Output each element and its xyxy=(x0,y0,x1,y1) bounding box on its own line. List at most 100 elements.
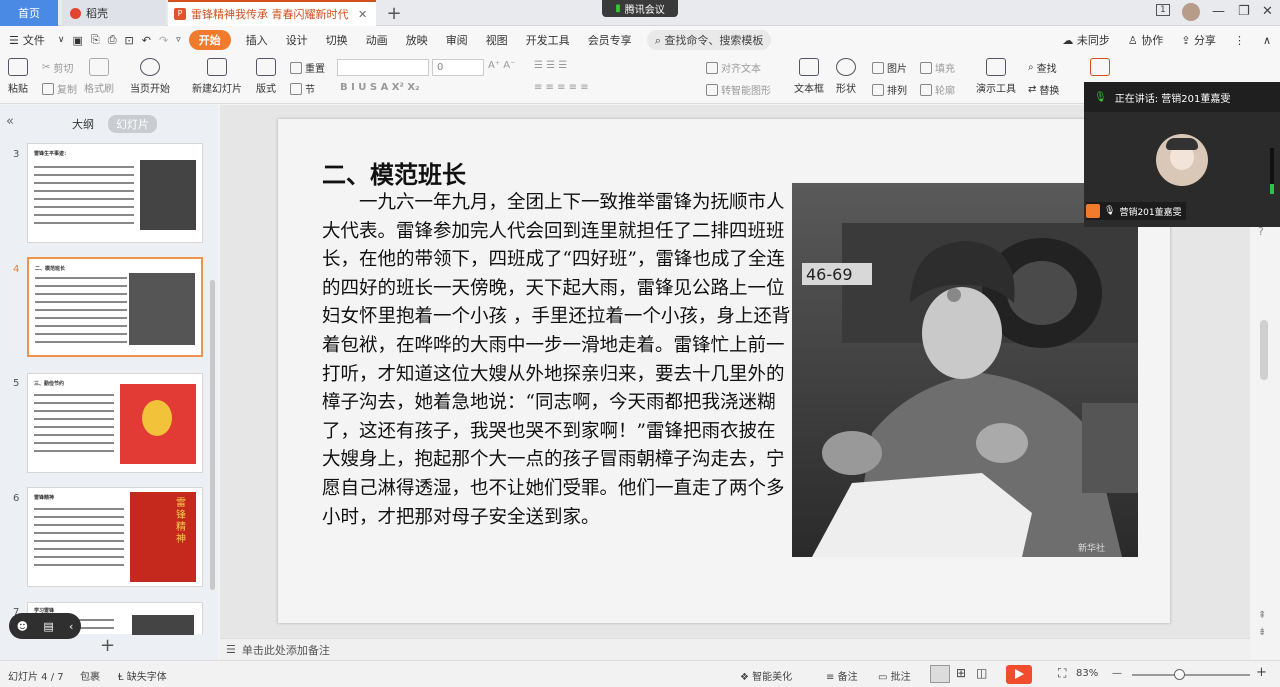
select-pane-button[interactable] xyxy=(1090,58,1110,80)
menu-file[interactable]: 文件 xyxy=(21,32,54,48)
bullet-list-button[interactable]: ☰ ☰ ☰ xyxy=(534,60,567,71)
fit-window-icon[interactable]: ⛶ xyxy=(1058,666,1066,681)
presentation-tools-button[interactable]: 演示工具 xyxy=(976,58,1016,95)
preview-icon[interactable]: ⊡ xyxy=(121,34,138,47)
menu-slideshow[interactable]: 放映 xyxy=(397,32,437,48)
zoom-level[interactable]: 83% xyxy=(1076,668,1098,679)
menu-developer[interactable]: 开发工具 xyxy=(517,32,579,48)
copy-button[interactable]: 复制 xyxy=(42,81,77,96)
meeting-indicator[interactable]: ▮ 腾讯会议 xyxy=(602,0,678,17)
slide[interactable]: 二、模范班长 一九六一年九月，全团上下一致推举雷锋为抚顺市人大代表。雷锋参加完人… xyxy=(278,119,1170,623)
outline-button[interactable]: 轮廓 xyxy=(920,82,955,97)
smart-shape-button[interactable]: 转智能图形 xyxy=(706,82,771,97)
font-size-select[interactable]: 0 xyxy=(432,59,484,76)
menu-view[interactable]: 视图 xyxy=(477,32,517,48)
more-icon[interactable]: ▿ xyxy=(172,35,189,45)
menu-member[interactable]: 会员专享 xyxy=(579,32,641,48)
smart-beautify-button[interactable]: ❖ 智能美化 xyxy=(740,668,792,683)
tab-home[interactable]: 首页 xyxy=(0,0,58,26)
close-icon[interactable]: ✕ xyxy=(1262,4,1273,19)
sorter-view-icon[interactable]: ⊞ xyxy=(956,666,966,680)
slide-thumbnail-6[interactable]: 雷锋精神 雷锋精神 xyxy=(27,487,203,587)
chevron-down-icon[interactable]: ∨ xyxy=(54,35,69,45)
menu-review[interactable]: 审阅 xyxy=(437,32,477,48)
meeting-window[interactable]: 🎙 正在讲话: 营销201董嘉雯 🎙 营销201董嘉雯 xyxy=(1084,82,1280,227)
collapse-panel-icon[interactable]: « xyxy=(6,114,14,129)
menu-start[interactable]: 开始 xyxy=(188,30,231,50)
slide-body-text[interactable]: 一九六一年九月，全团上下一致推举雷锋为抚顺市人大代表。雷锋参加完人代会回到连里就… xyxy=(322,189,792,532)
reset-button[interactable]: 重置 xyxy=(290,60,325,75)
floating-toolbar[interactable]: ☻ ▤ ‹ xyxy=(9,613,81,639)
cut-button[interactable]: ✂ 剪切 xyxy=(42,60,73,75)
sync-status[interactable]: ☁ 未同步 xyxy=(1053,32,1119,48)
comments-toggle[interactable]: ▭ 批注 xyxy=(878,668,911,683)
align-text-button[interactable]: 对齐文本 xyxy=(706,60,761,75)
normal-view-icon[interactable] xyxy=(930,665,950,683)
font-family-select[interactable] xyxy=(337,59,429,76)
window-count-badge[interactable]: 1 xyxy=(1156,4,1170,16)
menu-animation[interactable]: 动画 xyxy=(357,32,397,48)
minimize-icon[interactable]: — xyxy=(1212,4,1225,19)
slide-title[interactable]: 二、模范班长 xyxy=(322,155,466,190)
restore-icon[interactable]: ❐ xyxy=(1238,4,1250,19)
layout-button[interactable]: 版式 xyxy=(256,58,276,95)
share-button[interactable]: ⇪ 分享 xyxy=(1172,32,1225,48)
arrange-button[interactable]: 排列 xyxy=(872,82,907,97)
more-menu-icon[interactable]: ⋮ xyxy=(1225,34,1254,47)
undo-icon[interactable]: ↶ xyxy=(138,34,155,47)
chat-icon[interactable]: ▤ xyxy=(43,620,53,633)
slide-thumbnail-3[interactable]: 雷锋生平事迹： xyxy=(27,143,203,243)
tab-doke[interactable]: 稻壳 xyxy=(62,0,166,26)
slide-thumbnail-5[interactable]: 三、勤俭节约 xyxy=(27,373,203,473)
menu-insert[interactable]: 插入 xyxy=(237,32,277,48)
new-tab-button[interactable]: + xyxy=(382,0,406,26)
play-from-current-button[interactable]: 当页开始 xyxy=(130,58,170,95)
replace-button[interactable]: ⇄ 替换 xyxy=(1028,82,1059,97)
prev-slide-icon[interactable]: ⇞ xyxy=(1258,610,1266,621)
reading-view-icon[interactable]: ◫ xyxy=(976,666,987,680)
section-button[interactable]: 节 xyxy=(290,81,315,96)
zoom-slider[interactable] xyxy=(1132,674,1250,676)
add-slide-button[interactable]: + xyxy=(100,635,115,656)
collapse-ribbon-icon[interactable]: ∧ xyxy=(1254,34,1280,47)
print-icon[interactable]: ⎙ xyxy=(104,33,121,47)
slide-photo[interactable]: 46-69 新华社 xyxy=(792,183,1138,557)
tab-outline[interactable]: 大纲 xyxy=(66,115,100,133)
shape-button[interactable]: 形状 xyxy=(836,58,856,95)
hamburger-icon[interactable]: ☰ xyxy=(0,34,21,47)
tab-slides[interactable]: 幻灯片 xyxy=(108,115,157,133)
command-search[interactable]: ⌕ 查找命令、搜索模板 xyxy=(646,30,772,50)
notes-area[interactable]: ☰ 单击此处添加备注 xyxy=(220,638,1250,660)
chevron-left-icon[interactable]: ‹ xyxy=(69,620,73,633)
picture-button[interactable]: 图片 xyxy=(872,60,907,75)
collab-button[interactable]: ♙ 协作 xyxy=(1119,32,1172,48)
emoji-icon[interactable]: ☻ xyxy=(17,620,28,633)
slide-thumbnail-4[interactable]: 二、模范班长 xyxy=(27,257,203,357)
zoom-out-icon[interactable]: — xyxy=(1112,668,1122,679)
textbox-button[interactable]: 文本框 xyxy=(794,58,824,95)
paste-button[interactable]: 粘贴 xyxy=(8,58,28,95)
thumbnail-scrollbar[interactable] xyxy=(210,280,215,590)
missing-font-button[interactable]: Ⱡ 缺失字体 xyxy=(118,668,167,683)
next-slide-icon[interactable]: ⇟ xyxy=(1258,627,1266,638)
slideshow-play-button[interactable] xyxy=(1006,665,1032,684)
format-painter-button[interactable]: 格式刷 xyxy=(84,58,114,95)
menu-design[interactable]: 设计 xyxy=(277,32,317,48)
save-icon[interactable]: ▣ xyxy=(68,34,86,47)
tab-document[interactable]: P 雷锋精神我传承 青春闪耀新时代 ✕ xyxy=(168,0,376,26)
new-slide-button[interactable]: 新建幻灯片 xyxy=(192,58,242,95)
user-avatar[interactable] xyxy=(1182,3,1200,21)
zoom-slider-thumb[interactable] xyxy=(1174,669,1185,680)
export-icon[interactable]: ⎘ xyxy=(87,33,104,47)
zoom-in-icon[interactable]: + xyxy=(1256,665,1267,680)
menu-transition[interactable]: 切换 xyxy=(317,32,357,48)
redo-icon[interactable]: ↷ xyxy=(155,34,172,47)
notes-toggle[interactable]: ≡ 备注 xyxy=(826,668,858,683)
theme-name[interactable]: 包裹 xyxy=(80,668,100,683)
fill-button[interactable]: 填充 xyxy=(920,60,955,75)
scroll-thumb[interactable] xyxy=(1260,320,1268,380)
grow-font-button[interactable]: A⁺ A⁻ xyxy=(488,60,515,71)
paragraph-align-buttons[interactable]: ≡ ≡ ≡ ≡ ≡ xyxy=(534,82,589,93)
close-tab-icon[interactable]: ✕ xyxy=(358,8,367,21)
text-format-buttons[interactable]: B I U S A X² X₂ xyxy=(340,82,419,93)
